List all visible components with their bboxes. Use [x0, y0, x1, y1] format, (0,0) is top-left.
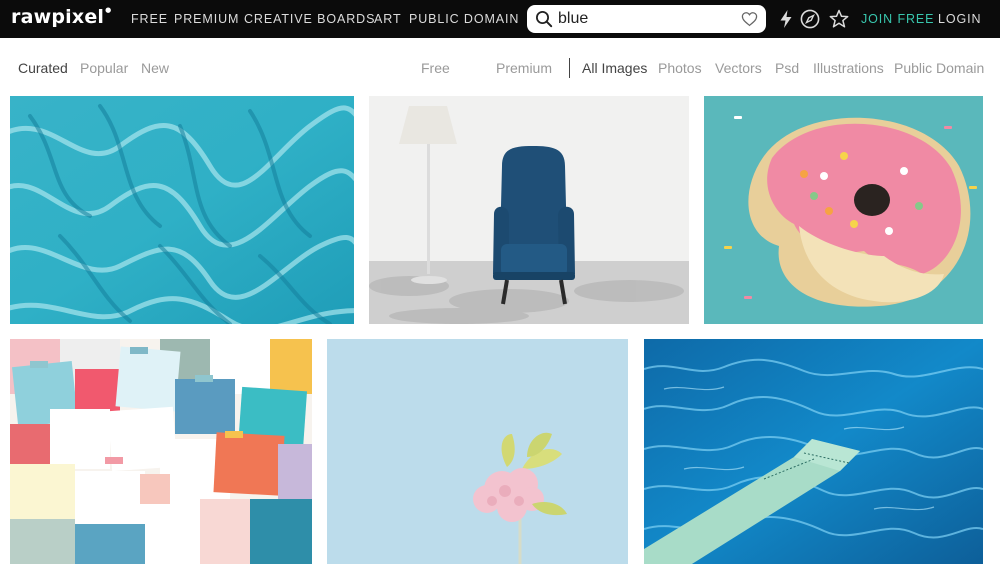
sort-curated[interactable]: Curated [18, 60, 68, 76]
type-all-images[interactable]: All Images [582, 60, 647, 76]
image-pink-donut[interactable] [704, 96, 983, 324]
type-photos[interactable]: Photos [658, 60, 702, 76]
nav-premium[interactable]: PREMIUM [174, 12, 239, 26]
image-pink-flower[interactable] [327, 339, 628, 564]
image-sticky-notes-collage[interactable] [10, 339, 312, 564]
search-box [527, 5, 766, 33]
star-icon[interactable] [828, 8, 850, 30]
compass-icon[interactable] [799, 8, 821, 30]
image-blue-armchair[interactable] [369, 96, 689, 324]
type-psd[interactable]: Psd [775, 60, 799, 76]
top-navigation-bar: rawpixel● FREE PREMIUM CREATIVE BOARDS A… [0, 0, 1000, 38]
type-public-domain[interactable]: Public Domain [894, 60, 984, 76]
heart-icon[interactable] [741, 11, 758, 27]
license-free[interactable]: Free [421, 60, 450, 76]
nav-public-domain[interactable]: PUBLIC DOMAIN [409, 12, 519, 26]
search-input[interactable] [558, 8, 730, 30]
join-free-button[interactable]: JOIN FREE [861, 12, 934, 26]
rawpixel-logo[interactable]: rawpixel● [11, 6, 111, 28]
type-vectors[interactable]: Vectors [715, 60, 762, 76]
type-illustrations[interactable]: Illustrations [813, 60, 884, 76]
image-aerial-turquoise-sand[interactable] [10, 96, 354, 324]
image-diving-board-pool[interactable] [644, 339, 983, 564]
login-button[interactable]: LOGIN [938, 12, 981, 26]
nav-creative-boards[interactable]: CREATIVE BOARDS [244, 12, 375, 26]
sort-popular[interactable]: Popular [80, 60, 128, 76]
nav-free[interactable]: FREE [131, 12, 168, 26]
lightning-icon[interactable] [775, 8, 797, 30]
sort-new[interactable]: New [141, 60, 169, 76]
search-icon[interactable] [535, 10, 553, 28]
nav-art[interactable]: ART [374, 12, 401, 26]
filter-divider [569, 58, 570, 78]
license-premium[interactable]: Premium [496, 60, 552, 76]
